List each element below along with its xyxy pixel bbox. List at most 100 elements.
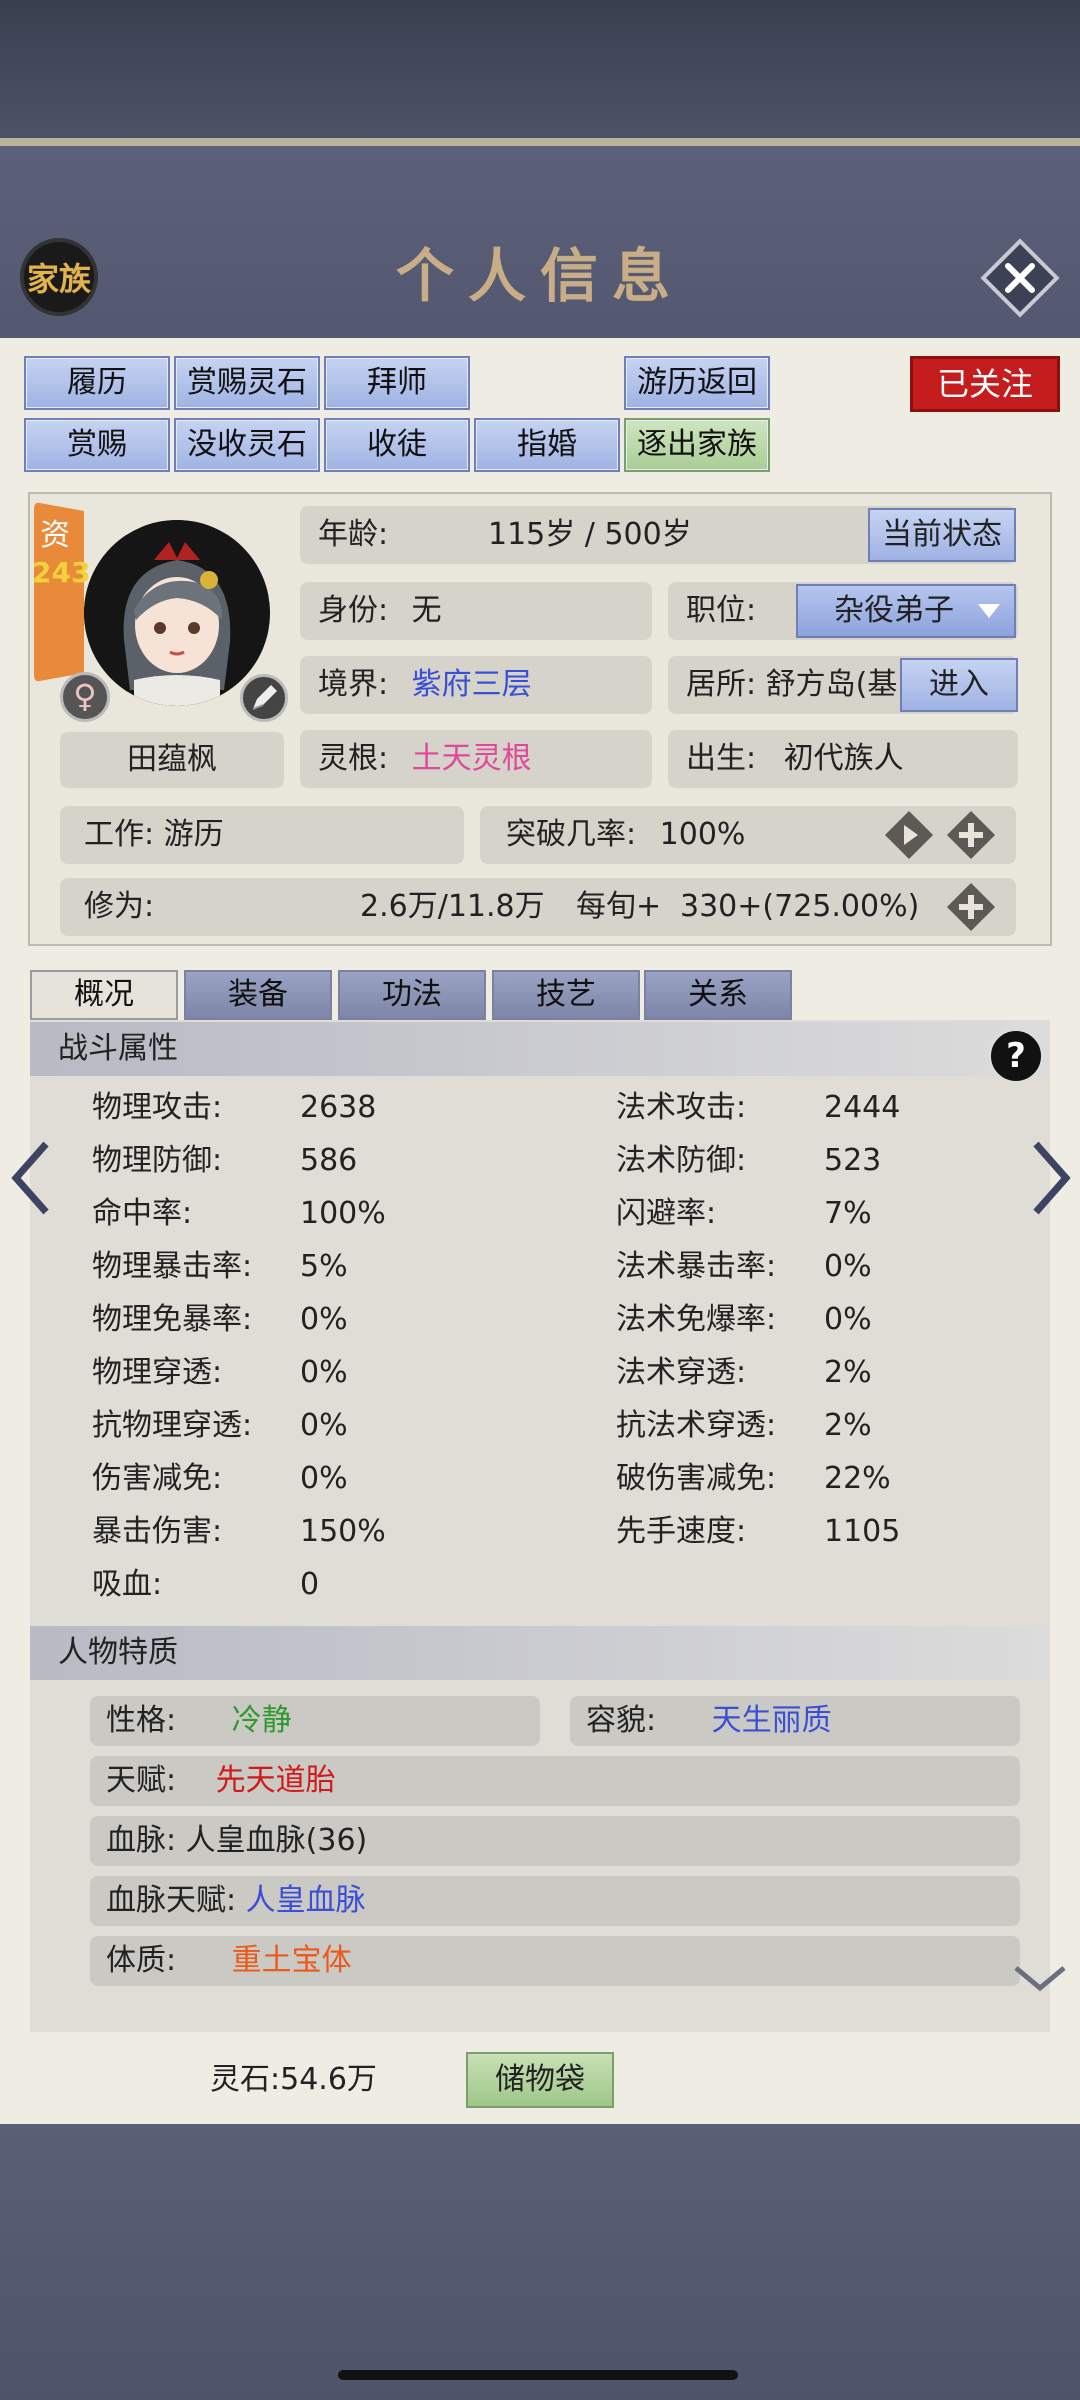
follow-badge[interactable]: 已关注 [910, 356, 1060, 412]
stat-value: 0% [300, 1461, 348, 1496]
cultivation-label: 修为: [84, 889, 155, 924]
stat-value: 2638 [300, 1090, 377, 1125]
looks-value: 天生丽质 [711, 1703, 832, 1738]
stat-value: 0% [824, 1249, 872, 1284]
tab-techniques[interactable]: 功法 [338, 970, 486, 1020]
chevron-right-icon [1033, 1141, 1071, 1215]
talent-row: 天赋: 先天道胎 [90, 1756, 1020, 1806]
spirit-root-value: 土天灵根 [411, 741, 532, 776]
chevron-left-icon [11, 1141, 49, 1215]
spirit-root-field: 灵根: 土天灵根 [300, 730, 652, 788]
identity-label: 身份: [318, 593, 389, 628]
stat-label: 物理暴击率: [92, 1249, 253, 1284]
birth-label: 出生: [686, 741, 757, 776]
stat-label: 伤害减免: [92, 1461, 223, 1496]
position-select[interactable]: 杂役弟子 [796, 584, 1016, 638]
birth-field: 出生: 初代族人 [668, 730, 1018, 788]
realm-value: 紫府三层 [411, 667, 532, 702]
physique-value: 重土宝体 [231, 1943, 352, 1978]
work-field: 工作: 游历 [60, 806, 464, 864]
looks-row: 容貌: 天生丽质 [570, 1696, 1020, 1746]
arrange-marriage-button[interactable]: 指婚 [474, 418, 620, 472]
stat-label: 物理免暴率: [92, 1302, 253, 1337]
tab-skills[interactable]: 技艺 [492, 970, 640, 1020]
personality-value: 冷静 [231, 1703, 292, 1738]
take-master-button[interactable]: 拜师 [324, 356, 470, 410]
stat-value: 5% [300, 1249, 348, 1284]
scroll-down-button[interactable] [1012, 1962, 1068, 1998]
next-character-button[interactable] [1026, 1138, 1076, 1218]
expel-button[interactable]: 逐出家族 [624, 418, 770, 472]
tab-overview[interactable]: 概况 [30, 970, 178, 1020]
stat-value: 0% [300, 1302, 348, 1337]
stat-label: 抗法术穿透: [616, 1408, 777, 1443]
stat-value: 0% [300, 1408, 348, 1443]
breakthrough-label: 突破几率: [506, 817, 637, 852]
residence-value: 舒方岛(基 [765, 667, 898, 702]
aptitude-label: 资 [40, 518, 70, 553]
stat-label: 法术暴击率: [616, 1249, 777, 1284]
aptitude-value: 243 [32, 556, 91, 589]
stat-label: 吸血: [92, 1567, 163, 1602]
plus-icon [946, 810, 996, 860]
stat-label: 抗物理穿透: [92, 1408, 253, 1443]
history-button[interactable]: 履历 [24, 356, 170, 410]
bloodline-label: 血脉: [106, 1823, 177, 1858]
edit-name-button[interactable] [240, 674, 288, 722]
stat-value: 100% [300, 1196, 386, 1231]
breakthrough-play-button[interactable] [882, 808, 936, 862]
position-label: 职位: [686, 593, 757, 628]
help-button[interactable]: ? [988, 1028, 1044, 1084]
home-indicator[interactable] [338, 2370, 738, 2380]
bloodline-talent-value: 人皇血脉 [245, 1883, 366, 1918]
character-name: 田蕴枫 [60, 732, 284, 788]
confiscate-stones-button[interactable]: 没收灵石 [174, 418, 320, 472]
stat-label: 破伤害减免: [616, 1461, 777, 1496]
stat-value: 586 [300, 1143, 358, 1178]
stat-label: 暴击伤害: [92, 1514, 223, 1549]
reward-button[interactable]: 赏赐 [24, 418, 170, 472]
stat-label: 先手速度: [616, 1514, 747, 1549]
cultivation-value: 2.6万/11.8万 [360, 889, 545, 924]
current-state-button[interactable]: 当前状态 [868, 508, 1016, 562]
spirit-stone-count: 灵石:54.6万 [210, 2062, 377, 2097]
position-value: 杂役弟子 [834, 593, 954, 628]
identity-field: 身份: 无 [300, 582, 652, 640]
cultivation-add-button[interactable] [944, 880, 998, 934]
stat-value: 0 [300, 1567, 320, 1602]
stat-label: 法术攻击: [616, 1090, 747, 1125]
stat-value: 2444 [824, 1090, 901, 1125]
stat-label: 法术穿透: [616, 1355, 747, 1390]
stat-value: 2% [824, 1355, 872, 1390]
play-icon [884, 810, 934, 860]
stat-label: 命中率: [92, 1196, 193, 1231]
residence-label: 居所: [686, 667, 757, 702]
return-travel-button[interactable]: 游历返回 [624, 356, 770, 410]
reward-stones-button[interactable]: 赏赐灵石 [174, 356, 320, 410]
previous-character-button[interactable] [6, 1138, 56, 1218]
work-label: 工作: [84, 817, 155, 852]
age-value: 115岁 / 500岁 [488, 517, 692, 552]
chevron-down-icon [978, 604, 1000, 618]
take-disciple-button[interactable]: 收徒 [324, 418, 470, 472]
female-icon: ♀ [60, 672, 110, 722]
per-period-value: 330+(725.00%) [680, 889, 920, 924]
tab-equipment[interactable]: 装备 [184, 970, 332, 1020]
plus-icon [946, 882, 996, 932]
family-button[interactable]: 家族 [20, 238, 98, 316]
top-backdrop [0, 0, 1080, 140]
bloodline-value: 人皇血脉(36) [185, 1823, 368, 1858]
storage-bag-button[interactable]: 储物袋 [466, 2052, 614, 2108]
tab-relations[interactable]: 关系 [644, 970, 792, 1020]
stat-value: 150% [300, 1514, 386, 1549]
close-button[interactable] [980, 238, 1060, 318]
talent-label: 天赋: [106, 1763, 177, 1798]
stat-label: 法术免爆率: [616, 1302, 777, 1337]
breakthrough-value: 100% [659, 817, 746, 852]
breakthrough-add-button[interactable] [944, 808, 998, 862]
stat-value: 523 [824, 1143, 882, 1178]
enter-residence-button[interactable]: 进入 [900, 658, 1018, 712]
stat-label: 闪避率: [616, 1196, 717, 1231]
chevron-down-icon [1014, 1966, 1066, 1992]
stat-value: 1105 [824, 1514, 901, 1549]
